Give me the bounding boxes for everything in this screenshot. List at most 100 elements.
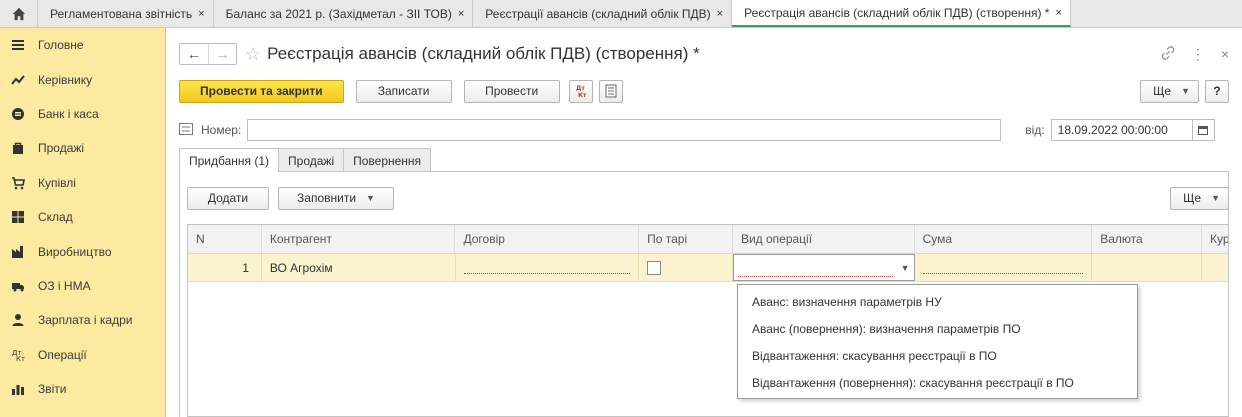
coin-icon	[10, 106, 26, 122]
window-tab-2[interactable]: Баланс за 2021 р. (Західметал - ЗІІ ТОВ)…	[214, 0, 474, 27]
add-button[interactable]: Додати	[187, 186, 269, 210]
post-button[interactable]: Провести	[463, 79, 560, 103]
close-icon[interactable]: ×	[1221, 46, 1229, 62]
more-vertical-icon[interactable]: ⋮	[1191, 46, 1205, 63]
form-tabs: Придбання (1) Продажі Повернення	[179, 148, 432, 172]
chevron-down-icon: ▼	[1211, 193, 1220, 203]
window-tab-4-active[interactable]: Реєстрація авансів (складний облік ПДВ) …	[732, 0, 1071, 27]
sidebar-item-assets[interactable]: ОЗ і НМА	[0, 269, 165, 303]
tare-checkbox[interactable]	[647, 260, 662, 275]
svg-text:Кт: Кт	[16, 355, 25, 362]
window-tab-label: Баланс за 2021 р. (Західметал - ЗІІ ТОВ)	[225, 6, 452, 21]
fill-button[interactable]: Заповнити ▼	[278, 186, 394, 210]
dropdown-option[interactable]: Відвантаження (повернення): скасування р…	[738, 369, 1137, 396]
menu-icon	[10, 37, 26, 53]
table-more-button[interactable]: Ще ▼	[1170, 186, 1229, 210]
column-header-tare[interactable]: По тарі	[639, 225, 733, 253]
svg-text:Дт: Дт	[576, 85, 585, 92]
chevron-down-icon[interactable]: ▼	[901, 263, 910, 273]
column-header-counterparty[interactable]: Контрагент	[262, 225, 456, 253]
more-button[interactable]: Ще ▼	[1140, 79, 1199, 103]
svg-text:Кт: Кт	[578, 92, 587, 99]
post-and-close-button[interactable]: Провести та закрити	[179, 79, 344, 103]
required-underline	[922, 258, 1084, 274]
help-button[interactable]: ?	[1205, 79, 1229, 103]
operation-type-dropdown: Аванс: визначення параметрів НУ Аванс (п…	[737, 284, 1138, 399]
sidebar-item-manager[interactable]: Керівнику	[0, 62, 165, 96]
column-header-contract[interactable]: Договір	[455, 225, 640, 253]
cell-counterparty[interactable]: ВО Агрохім	[262, 254, 456, 281]
warehouse-icon	[10, 209, 26, 225]
column-header-currency[interactable]: Валюта	[1092, 225, 1202, 253]
cell-sum[interactable]	[915, 254, 1093, 281]
sidebar-item-purchases[interactable]: Купівлі	[0, 166, 165, 200]
sidebar-item-bank[interactable]: Банк і каса	[0, 97, 165, 131]
cell-tare[interactable]	[639, 254, 733, 281]
form-titlebar: ← → ☆ Реєстрація авансів (складний облік…	[179, 42, 1229, 66]
date-label: від:	[1025, 123, 1045, 137]
operation-input[interactable]	[737, 259, 893, 277]
home-button[interactable]	[0, 0, 38, 27]
required-underline	[463, 258, 631, 274]
window-tab-1[interactable]: Регламентована звітність ×	[38, 0, 214, 27]
tab-purchases[interactable]: Придбання (1)	[179, 148, 280, 172]
tab-sales[interactable]: Продажі	[278, 148, 345, 172]
table-row[interactable]: 1 ВО Агрохім ▼	[188, 254, 1228, 282]
sidebar-item-label: Склад	[38, 210, 73, 225]
window-tab-label: Реєстрації авансів (складний облік ПДВ)	[485, 6, 711, 21]
close-icon[interactable]: ×	[1055, 7, 1061, 19]
cell-currency[interactable]	[1092, 254, 1203, 281]
page-title: Реєстрація авансів (складний облік ПДВ) …	[267, 44, 700, 63]
sidebar-item-label: Зарплата і кадри	[38, 313, 133, 328]
sidebar-item-label: Звіти	[38, 382, 67, 397]
more-label: Ще	[1153, 84, 1172, 98]
column-header-rate[interactable]: Кур	[1202, 225, 1228, 253]
column-header-n[interactable]: N	[188, 225, 262, 253]
link-icon[interactable]	[1161, 45, 1175, 63]
factory-icon	[10, 244, 26, 260]
table-toolbar: Додати Заповнити ▼ Ще ▼	[187, 186, 1229, 210]
tab-returns[interactable]: Повернення	[343, 148, 432, 172]
sidebar-item-main[interactable]: Головне	[0, 28, 165, 62]
back-button[interactable]: ←	[180, 44, 208, 64]
column-header-sum[interactable]: Сума	[915, 225, 1093, 253]
fill-label: Заповнити	[297, 191, 357, 205]
close-icon[interactable]: ×	[458, 8, 464, 20]
window-tab-3[interactable]: Реєстрації авансів (складний облік ПДВ) …	[473, 0, 733, 27]
favorite-star-icon[interactable]: ☆	[245, 44, 261, 65]
column-header-operation[interactable]: Вид операції	[733, 225, 915, 253]
table-header: N Контрагент Договір По тарі Вид операці…	[188, 225, 1228, 254]
sidebar-item-sales[interactable]: Продажі	[0, 131, 165, 165]
chevron-down-icon: ▼	[1181, 86, 1190, 96]
save-button[interactable]: Записати	[355, 79, 452, 103]
cell-rate[interactable]	[1202, 254, 1228, 281]
dropdown-option[interactable]: Аванс: визначення параметрів НУ	[738, 288, 1137, 315]
sidebar-item-label: ОЗ і НМА	[38, 278, 91, 293]
cell-operation[interactable]: ▼	[732, 254, 915, 281]
cell-contract[interactable]	[456, 254, 640, 281]
sidebar-item-payroll[interactable]: Зарплата і кадри	[0, 303, 165, 337]
truck-icon	[10, 278, 26, 294]
dropdown-option[interactable]: Відвантаження: скасування реєстрації в П…	[738, 342, 1137, 369]
close-icon[interactable]: ×	[198, 8, 204, 20]
window-tab-label: Регламентована звітність	[50, 6, 193, 21]
sidebar-item-production[interactable]: Виробництво	[0, 234, 165, 268]
sidebar: Головне Керівнику Банк і каса Продажі Ку…	[0, 28, 166, 417]
sidebar-item-operations[interactable]: Дт Кт Операції	[0, 338, 165, 372]
date-input[interactable]: 18.09.2022 00:00:00	[1050, 119, 1193, 141]
print-button[interactable]	[598, 79, 623, 103]
sidebar-item-reports[interactable]: Звіти	[0, 372, 165, 406]
close-icon[interactable]: ×	[717, 8, 723, 20]
dropdown-option[interactable]: Аванс (повернення): визначення параметрі…	[738, 315, 1137, 342]
cell-n: 1	[188, 254, 262, 281]
sidebar-item-label: Виробництво	[38, 244, 112, 259]
number-row: Номер: від: 18.09.2022 00:00:00	[179, 119, 1229, 141]
person-icon	[10, 312, 26, 328]
dt-kt-button[interactable]: Дт Кт	[568, 79, 593, 103]
sidebar-item-warehouse[interactable]: Склад	[0, 200, 165, 234]
calendar-button[interactable]	[1192, 119, 1215, 141]
sidebar-item-label: Продажі	[38, 141, 85, 156]
bar-chart-icon	[10, 381, 26, 397]
number-input[interactable]	[247, 119, 1002, 141]
forward-button[interactable]: →	[208, 44, 236, 64]
